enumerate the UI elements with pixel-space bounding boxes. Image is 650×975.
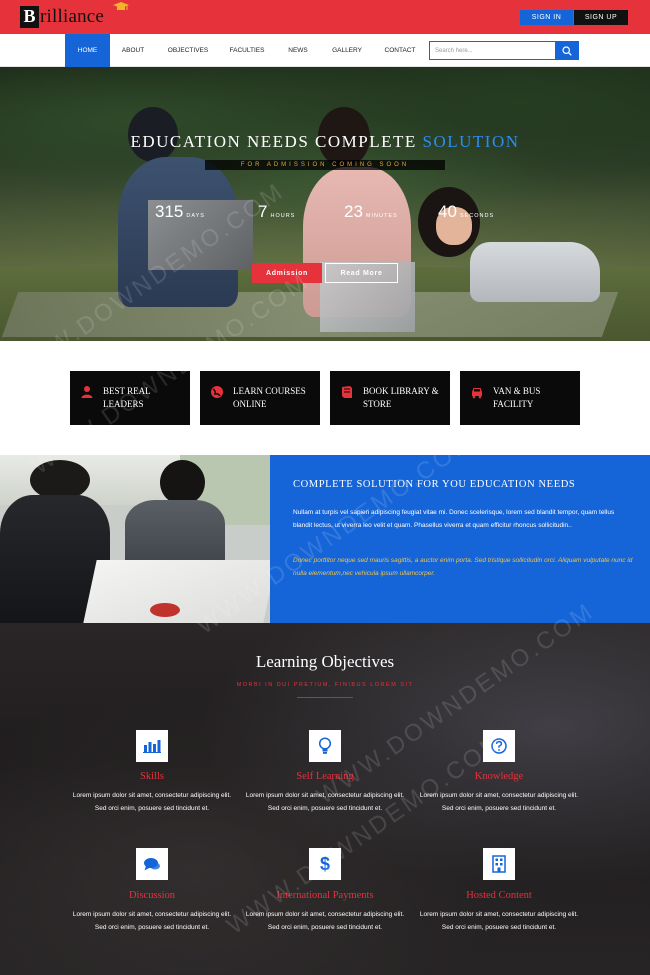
about-title: COMPLETE SOLUTION FOR YOU EDUCATION NEED…: [293, 479, 576, 490]
student-head-female: [160, 460, 205, 505]
pencil-case: [150, 603, 180, 617]
countdown-value: 23: [344, 202, 363, 221]
countdown-days: 315 DAYS: [155, 202, 205, 222]
objective-name: Self Learning: [296, 771, 354, 782]
about-paragraph-italic: Donec porttitor neque sed mauris sagitti…: [293, 557, 633, 577]
car-icon: [472, 388, 482, 399]
search-input[interactable]: Search here...: [429, 41, 556, 60]
globe-icon: [211, 386, 223, 398]
chat-icon: [144, 857, 160, 870]
feature-label: VAN & BUS FACILITY: [493, 386, 541, 409]
objectives-divider: [297, 697, 353, 698]
objective-text: Lorem ipsum dolor sit amet, consectetur …: [419, 792, 579, 812]
book-icon: [342, 386, 352, 398]
countdown-value: 7: [258, 202, 268, 221]
student-body-right: [470, 242, 600, 302]
feature-label: BEST REAL LEADERS: [103, 386, 151, 409]
objective-text: Lorem ipsum dolor sit amet, consectetur …: [419, 911, 579, 931]
countdown-minutes: 23 MINUTES: [344, 202, 398, 222]
countdown-unit: HOURS: [270, 213, 296, 219]
objective-name: Knowledge: [474, 771, 524, 782]
logo[interactable]: B rilliance: [20, 2, 129, 28]
main-nav: HOME ABOUT OBJECTIVES FACULTIES NEWS GAL…: [0, 34, 650, 67]
nav-about[interactable]: ABOUT: [113, 34, 153, 67]
feature-van-bus[interactable]: VAN & BUS FACILITY: [460, 371, 580, 425]
objective-text: Lorem ipsum dolor sit amet, consectetur …: [72, 792, 232, 812]
search-icon: [562, 45, 572, 56]
about-paragraph: Nullam at turpis vel sapien adipiscing f…: [293, 509, 615, 529]
hero-title-main: EDUCATION NEEDS COMPLETE: [130, 132, 417, 151]
graduation-cap-icon: [113, 2, 129, 10]
user-icon: [81, 386, 93, 398]
read-more-button[interactable]: Read More: [325, 263, 398, 283]
objectives-subtitle: MORBI IN DUI PRETIUM, FINIBUS LOREM SIT: [236, 682, 414, 688]
countdown-value: 40: [438, 202, 457, 221]
feature-learn-courses[interactable]: LEARN COURSES ONLINE: [200, 371, 320, 425]
hero-title: EDUCATION NEEDS COMPLETE SOLUTION: [0, 132, 650, 152]
admission-button[interactable]: Admission: [252, 263, 322, 283]
feature-best-leaders[interactable]: BEST REAL LEADERS: [70, 371, 190, 425]
objectives-title: Learning Objectives: [255, 652, 395, 671]
search-button[interactable]: [555, 41, 579, 60]
nav-home[interactable]: HOME: [65, 34, 110, 67]
countdown-value: 315: [155, 202, 184, 221]
sign-in-button[interactable]: SIGN IN: [520, 10, 573, 25]
hero-banner: EDUCATION NEEDS COMPLETE SOLUTION FOR AD…: [0, 67, 650, 341]
objective-icon-box: [483, 730, 515, 762]
dollar-icon: $: [320, 854, 330, 874]
objective-text: Lorem ipsum dolor sit amet, consectetur …: [245, 792, 405, 812]
objective-icon-box: $: [309, 848, 341, 880]
objective-text: Lorem ipsum dolor sit amet, consectetur …: [245, 911, 405, 931]
nav-gallery[interactable]: GALLERY: [326, 34, 368, 67]
countdown-hours: 7 HOURS: [258, 202, 295, 222]
objective-icon-box: [309, 730, 341, 762]
hero-title-accent: SOLUTION: [422, 132, 520, 151]
sign-up-button[interactable]: SIGN UP: [574, 10, 628, 25]
countdown-unit: MINUTES: [365, 213, 398, 219]
lightbulb-icon: [318, 737, 332, 754]
objective-icon-box: [483, 848, 515, 880]
countdown-seconds: 40 SECONDS: [438, 202, 494, 222]
countdown-unit: SECONDS: [459, 213, 495, 219]
feature-label: LEARN COURSES ONLINE: [233, 386, 306, 409]
nav-news[interactable]: NEWS: [281, 34, 315, 67]
bar-chart-icon: [143, 740, 161, 753]
feature-book-library[interactable]: BOOK LIBRARY & STORE: [330, 371, 450, 425]
objective-icon-box: [136, 730, 168, 762]
about-photo: [0, 455, 270, 623]
objective-name: Skills: [140, 771, 164, 782]
student-head-male: [30, 460, 90, 500]
nav-objectives[interactable]: OBJECTIVES: [163, 34, 213, 67]
question-icon: [491, 738, 507, 754]
building-icon: [492, 855, 506, 873]
feature-label: BOOK LIBRARY & STORE: [363, 386, 439, 409]
objective-text: Lorem ipsum dolor sit amet, consectetur …: [72, 911, 232, 931]
logo-text: rilliance: [40, 5, 105, 27]
objective-name: Hosted Content: [466, 890, 532, 901]
nav-faculties[interactable]: FACULTIES: [223, 34, 271, 67]
nav-contact[interactable]: CONTACT: [378, 34, 422, 67]
objective-icon-box: [136, 848, 168, 880]
top-bar: B rilliance SIGN IN SIGN UP: [0, 0, 650, 34]
objective-name: Discussion: [128, 890, 176, 901]
hero-subtitle: FOR ADMISSION COMING SOON: [205, 160, 445, 170]
svg-text:$: $: [320, 854, 330, 874]
logo-initial: B: [20, 5, 39, 28]
objective-name: International Payments: [276, 890, 374, 901]
countdown-unit: DAYS: [186, 213, 205, 219]
